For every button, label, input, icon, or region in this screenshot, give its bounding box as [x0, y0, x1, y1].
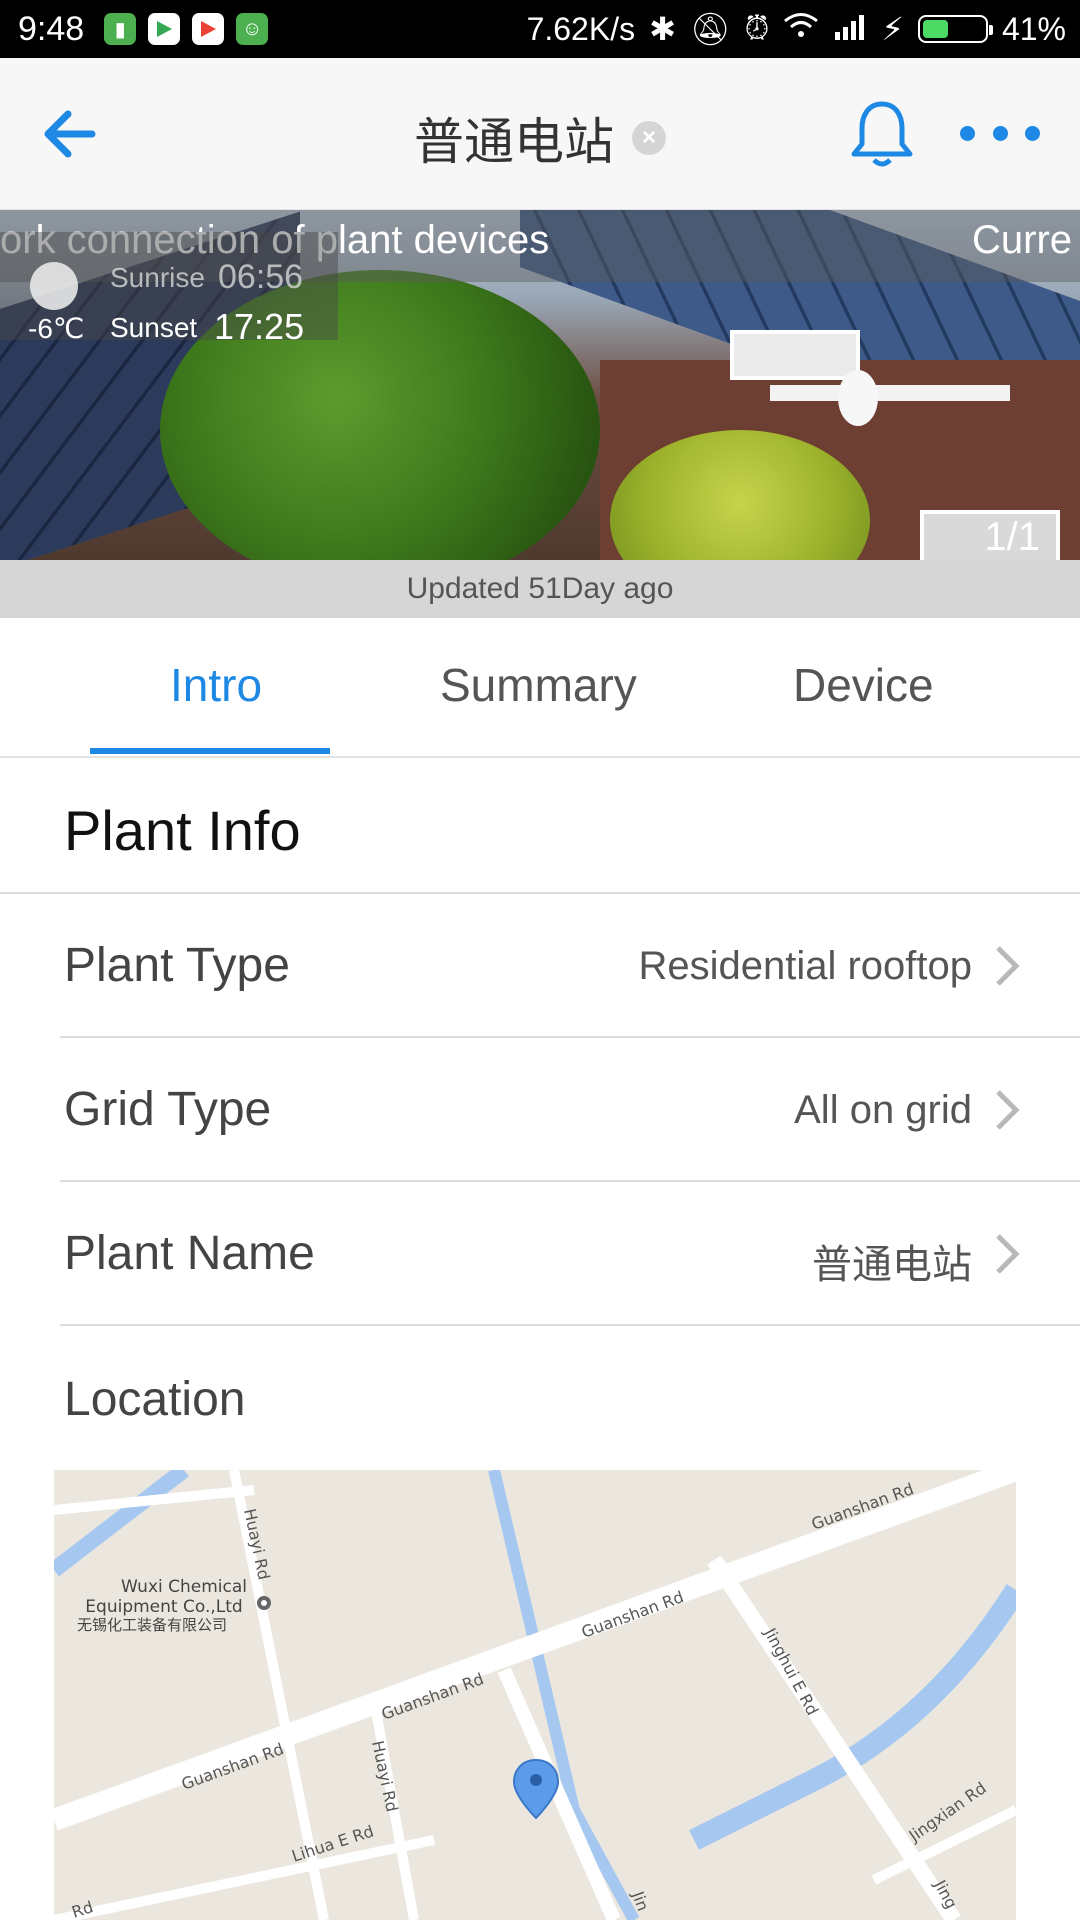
location-label: Location	[64, 1373, 246, 1426]
play-games-icon	[148, 13, 181, 45]
location-pin-icon[interactable]	[512, 1758, 560, 1820]
charging-icon: ⚡︎	[881, 11, 904, 47]
weather-box: Sunrise 06:56 -6℃ Sunset 17:25	[0, 232, 338, 347]
updated-status: Updated 51Day ago	[0, 560, 1080, 618]
plant-photo-banner[interactable]: ork connection of plant devices Curre Su…	[0, 210, 1080, 560]
tab-intro[interactable]: Intro	[170, 658, 262, 712]
network-speed: 7.62K/s	[526, 10, 636, 47]
poi-name: Wuxi Chemical	[121, 1577, 247, 1597]
row-label: Plant Type	[64, 939, 290, 992]
tab-bar: Intro Summary Device	[0, 618, 1080, 758]
wifi-icon	[783, 11, 819, 48]
row-label: Plant Name	[64, 1227, 315, 1280]
battery-app-icon: ▮	[104, 13, 137, 45]
status-bar: 9:48 ▮ ☺ 7.62K/s ✱ 🔕︎ ⏰︎ ⚡︎ 41%	[0, 0, 1080, 58]
battery-percent: 41%	[1001, 10, 1066, 47]
more-icon[interactable]	[960, 118, 1040, 148]
chevron-right-icon	[996, 1234, 1020, 1274]
active-tab-indicator	[90, 748, 330, 754]
tab-device[interactable]: Device	[793, 658, 934, 712]
road-label: Huayi Rd	[368, 1739, 402, 1814]
temperature: -6℃	[28, 313, 85, 344]
tab-summary[interactable]: Summary	[440, 658, 637, 712]
status-time: 9:48	[18, 9, 85, 48]
mute-icon: 🔕︎	[689, 11, 731, 47]
sunrise-time: 06:56	[218, 258, 304, 296]
chevron-right-icon	[996, 946, 1020, 986]
poi-name: Equipment Co.,Ltd	[85, 1597, 242, 1617]
sunset-time: 17:25	[214, 306, 305, 347]
row-divider	[60, 1324, 1080, 1326]
road-label: Jingxian Rd	[905, 1778, 990, 1846]
clear-icon[interactable]: ×	[632, 121, 666, 155]
poi-name-cn: 无锡化工装备有限公司	[77, 1616, 227, 1634]
chevron-right-icon	[996, 1090, 1020, 1130]
row-value: 普通电站	[812, 1242, 972, 1288]
row-label: Grid Type	[64, 1083, 272, 1136]
plant-type-row[interactable]: Plant Type Residential rooftop	[0, 894, 1080, 1038]
roof-gutter	[770, 385, 1010, 401]
marquee-text-right: Curre	[972, 218, 1073, 262]
sunset-label: Sunset	[110, 312, 198, 343]
page-title: 普通电站	[414, 113, 614, 171]
signal-icon	[833, 11, 867, 48]
row-value: All on grid	[794, 1088, 972, 1132]
location-map[interactable]: Huayi Rd Huayi Rd Guanshan Rd Guanshan R…	[54, 1470, 1016, 1920]
android-app-icon: ☺	[236, 13, 269, 45]
bluetooth-icon: ✱	[649, 11, 676, 47]
sunrise-label: Sunrise	[110, 262, 205, 293]
play-store-icon	[192, 13, 225, 45]
sun-icon	[30, 262, 78, 310]
house-window	[730, 330, 860, 380]
page-indicator: 1/1	[984, 515, 1040, 559]
alarm-icon: ⏰︎	[744, 10, 770, 46]
app-bar: 普通电站 ×	[0, 58, 1080, 210]
bell-icon[interactable]	[850, 98, 914, 168]
plant-name-row[interactable]: Plant Name 普通电站	[0, 1182, 1080, 1326]
satellite-dish	[838, 370, 878, 426]
section-title: Plant Info	[64, 799, 301, 862]
road-label: Jinghui E Rd	[760, 1624, 822, 1718]
grid-type-row[interactable]: Grid Type All on grid	[0, 1038, 1080, 1182]
row-value: Residential rooftop	[638, 944, 972, 988]
battery-icon	[917, 15, 993, 43]
